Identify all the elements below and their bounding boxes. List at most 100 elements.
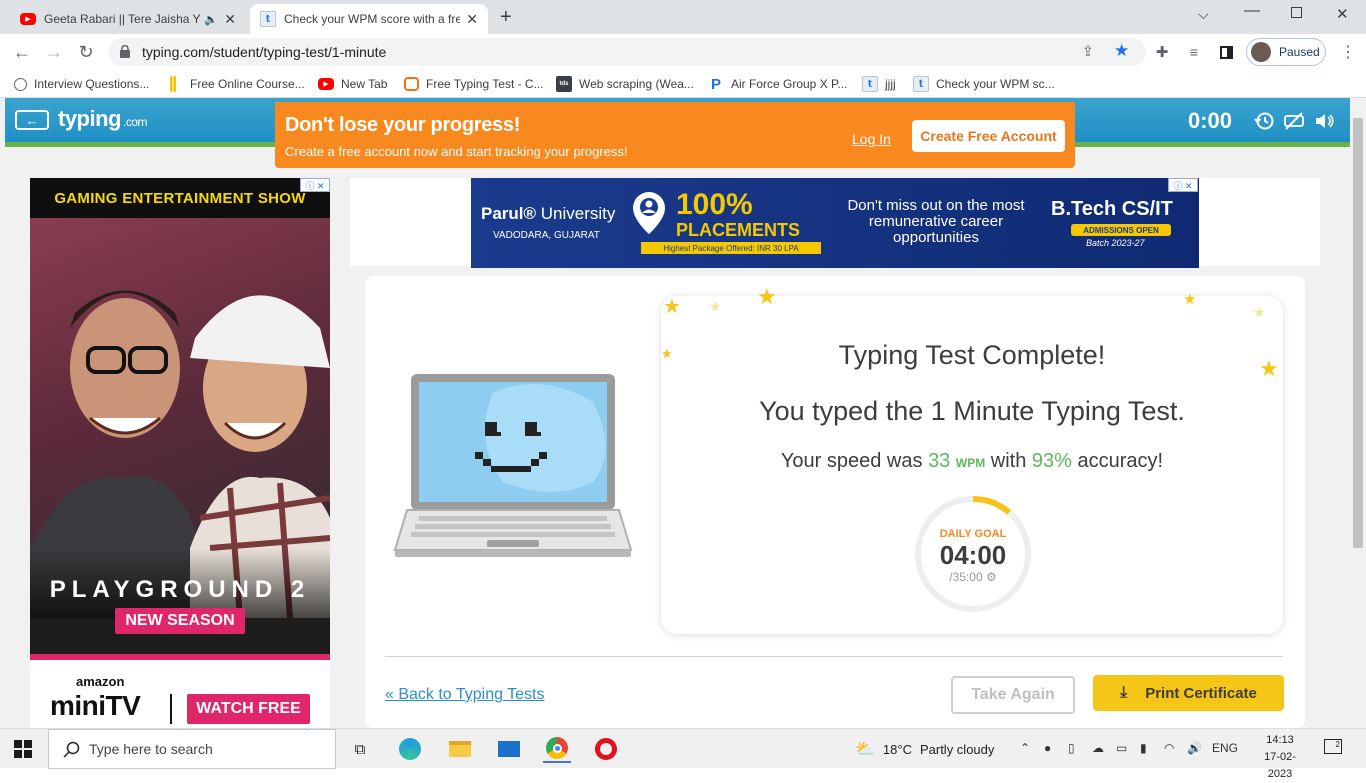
ad-batch: Batch 2023-27 — [1086, 238, 1145, 248]
site-logo[interactable]: typing .com — [58, 106, 148, 132]
speaker-muted-icon[interactable]: 🔈 — [204, 13, 218, 26]
bookmark-label: Free Typing Test - C... — [426, 77, 544, 91]
tab-youtube[interactable]: ▶ Geeta Rabari || Tere Jaisha Ya 🔈 ✕ — [10, 4, 246, 34]
onedrive-icon[interactable]: ☁ — [1092, 741, 1104, 755]
chevron-down-icon[interactable]: ⌵ — [1198, 6, 1209, 23]
exit-button[interactable]: ← — [15, 110, 49, 130]
watch-free-button[interactable]: WATCH FREE — [187, 694, 310, 724]
bookmark-label: jjjj — [885, 77, 896, 91]
no-keyboard-icon[interactable] — [1283, 110, 1305, 132]
top-advertisement[interactable]: Parul® University VADODARA, GUJARAT 100%… — [471, 178, 1199, 268]
bookmark-item[interactable]: t Check your WPM sc... — [913, 74, 1055, 94]
mail-icon[interactable] — [495, 735, 523, 763]
taskbar-clock[interactable]: 14:13 17-02-2023 — [1252, 732, 1308, 783]
happy-laptop-illustration — [393, 374, 633, 557]
back-to-tests-link[interactable]: « Back to Typing Tests — [385, 686, 545, 704]
ad-university-suffix: University — [540, 204, 616, 223]
restore-button[interactable] — [1291, 7, 1302, 18]
bookmark-label: Web scraping (Wea... — [579, 77, 694, 91]
chevron-up-icon[interactable]: ⌃ — [1020, 741, 1030, 755]
edge-icon[interactable] — [396, 735, 424, 763]
promo-title: Don't lose your progress! — [285, 114, 521, 136]
typing-t-icon: t — [260, 11, 276, 27]
ad-title: GAMING ENTERTAINMENT SHOW — [54, 190, 306, 207]
page-scrollbar[interactable] — [1350, 98, 1366, 728]
reload-icon[interactable]: ↻ — [74, 40, 98, 64]
close-window-button[interactable]: ✕ — [1336, 5, 1349, 23]
print-certificate-button[interactable]: ⤓ Print Certificate — [1093, 675, 1284, 711]
tray-app-icon[interactable]: ● — [1044, 741, 1051, 755]
speaker-icon[interactable]: 🔊 — [1187, 741, 1202, 755]
speed-mid: with — [990, 450, 1027, 472]
lock-icon — [120, 45, 130, 58]
tray-device-icon[interactable]: ▯ — [1068, 741, 1075, 755]
adchoices-icon[interactable]: ⓘ ✕ — [1168, 178, 1198, 192]
minimize-button[interactable]: — — [1244, 2, 1260, 20]
gear-icon[interactable]: ⚙ — [986, 570, 997, 584]
daily-goal-ring[interactable]: DAILY GOAL 04:00 /35:00 ⚙ — [913, 494, 1033, 614]
bookmark-item[interactable]: ▶ New Tab — [318, 74, 387, 94]
side-advertisement[interactable]: GAMING ENTERTAINMENT SHOW PLAYGROUND 2 N… — [30, 178, 330, 728]
wifi-icon[interactable]: ◠ — [1164, 741, 1174, 755]
p-icon: P — [710, 75, 721, 93]
file-explorer-icon[interactable] — [446, 735, 474, 763]
create-account-button[interactable]: Create Free Account — [912, 120, 1065, 152]
windows-taskbar: Type here to search ⧉ ⛅ 18°C Partly clou… — [0, 728, 1366, 780]
bookmark-item[interactable]: P Air Force Group X P... — [708, 74, 848, 94]
result-test-line: You typed the 1 Minute Typing Test. — [661, 396, 1283, 427]
ad-placements: PLACEMENTS — [676, 220, 801, 240]
wpm-unit: WPM — [955, 456, 986, 470]
result-line-prefix: You typed the — [759, 396, 924, 426]
task-view-icon[interactable]: ⧉ — [346, 735, 374, 763]
tab-typing[interactable]: t Check your WPM score with a fre ✕ — [250, 4, 488, 34]
battery-icon[interactable]: ▮ — [1140, 741, 1147, 755]
result-speech-bubble: ★ ★ ★ ★ ★ ★ ★ Typing Test Complete! You … — [661, 284, 1283, 634]
location-pin-icon — [633, 192, 665, 234]
close-icon[interactable]: ✕ — [218, 11, 236, 28]
adchoices-icon[interactable]: ⓘ ✕ — [300, 178, 330, 192]
taskbar-search[interactable]: Type here to search — [48, 729, 336, 769]
history-icon[interactable] — [1253, 110, 1275, 132]
volume-icon[interactable] — [1313, 110, 1335, 132]
weather-widget[interactable]: ⛅ 18°C Partly cloudy — [855, 739, 994, 759]
download-icon: ⤓ — [1120, 684, 1128, 701]
tray-screen-icon[interactable]: ▭ — [1116, 741, 1127, 755]
take-again-button[interactable]: Take Again — [951, 676, 1075, 714]
profile-status: Paused — [1279, 45, 1320, 59]
browser-toolbar: ← → ↻ typing.com/student/typing-test/1-m… — [0, 34, 1366, 70]
back-arrow-icon[interactable]: ← — [10, 40, 34, 64]
accuracy-value: 93% — [1031, 450, 1072, 472]
bookmark-item[interactable]: tds Web scraping (Wea... — [556, 74, 694, 94]
bookmark-star-icon[interactable]: ★ — [1114, 41, 1129, 61]
clock-date: 17-02-2023 — [1264, 751, 1296, 780]
profile-button[interactable]: Paused — [1246, 38, 1326, 66]
tab-title: Geeta Rabari || Tere Jaisha Ya — [44, 12, 200, 26]
bookmark-item[interactable]: t jjjj — [862, 74, 896, 94]
extensions-icon[interactable]: ✚ — [1150, 40, 1174, 64]
back-arrow-icon: ← — [25, 112, 39, 128]
language-indicator[interactable]: ENG — [1212, 741, 1238, 755]
ad-separator — [170, 694, 172, 724]
scrollbar-thumb[interactable] — [1353, 118, 1363, 548]
ad-university-name: Parul — [481, 204, 524, 223]
address-bar[interactable]: typing.com/student/typing-test/1-minute … — [108, 38, 1146, 66]
windows-start-icon[interactable] — [14, 740, 32, 758]
share-icon[interactable]: ⇪ — [1082, 43, 1094, 60]
opera-icon[interactable] — [592, 735, 620, 763]
bookmark-item[interactable]: Free Online Course... — [170, 74, 305, 94]
chrome-icon[interactable] — [543, 735, 571, 763]
bookmark-item[interactable]: Interview Questions... — [14, 74, 149, 94]
new-tab-button[interactable]: + — [500, 6, 512, 29]
ad-season-badge: NEW SEASON — [115, 608, 245, 634]
login-link[interactable]: Log In — [852, 131, 891, 147]
wpm-value: 33 — [928, 450, 951, 472]
forward-arrow-icon[interactable]: → — [42, 40, 66, 64]
menu-dots-icon[interactable]: ⋮ — [1336, 40, 1360, 64]
close-icon[interactable]: ✕ — [460, 11, 478, 28]
weather-condition: Partly cloudy — [919, 741, 995, 757]
side-panel-icon[interactable] — [1214, 40, 1238, 64]
notification-icon[interactable]: 2 — [1324, 739, 1342, 754]
media-control-icon[interactable]: ≡ — [1182, 40, 1206, 64]
ad-location: VADODARA, GUJARAT — [493, 230, 600, 241]
bookmark-item[interactable]: Free Typing Test - C... — [404, 74, 544, 94]
